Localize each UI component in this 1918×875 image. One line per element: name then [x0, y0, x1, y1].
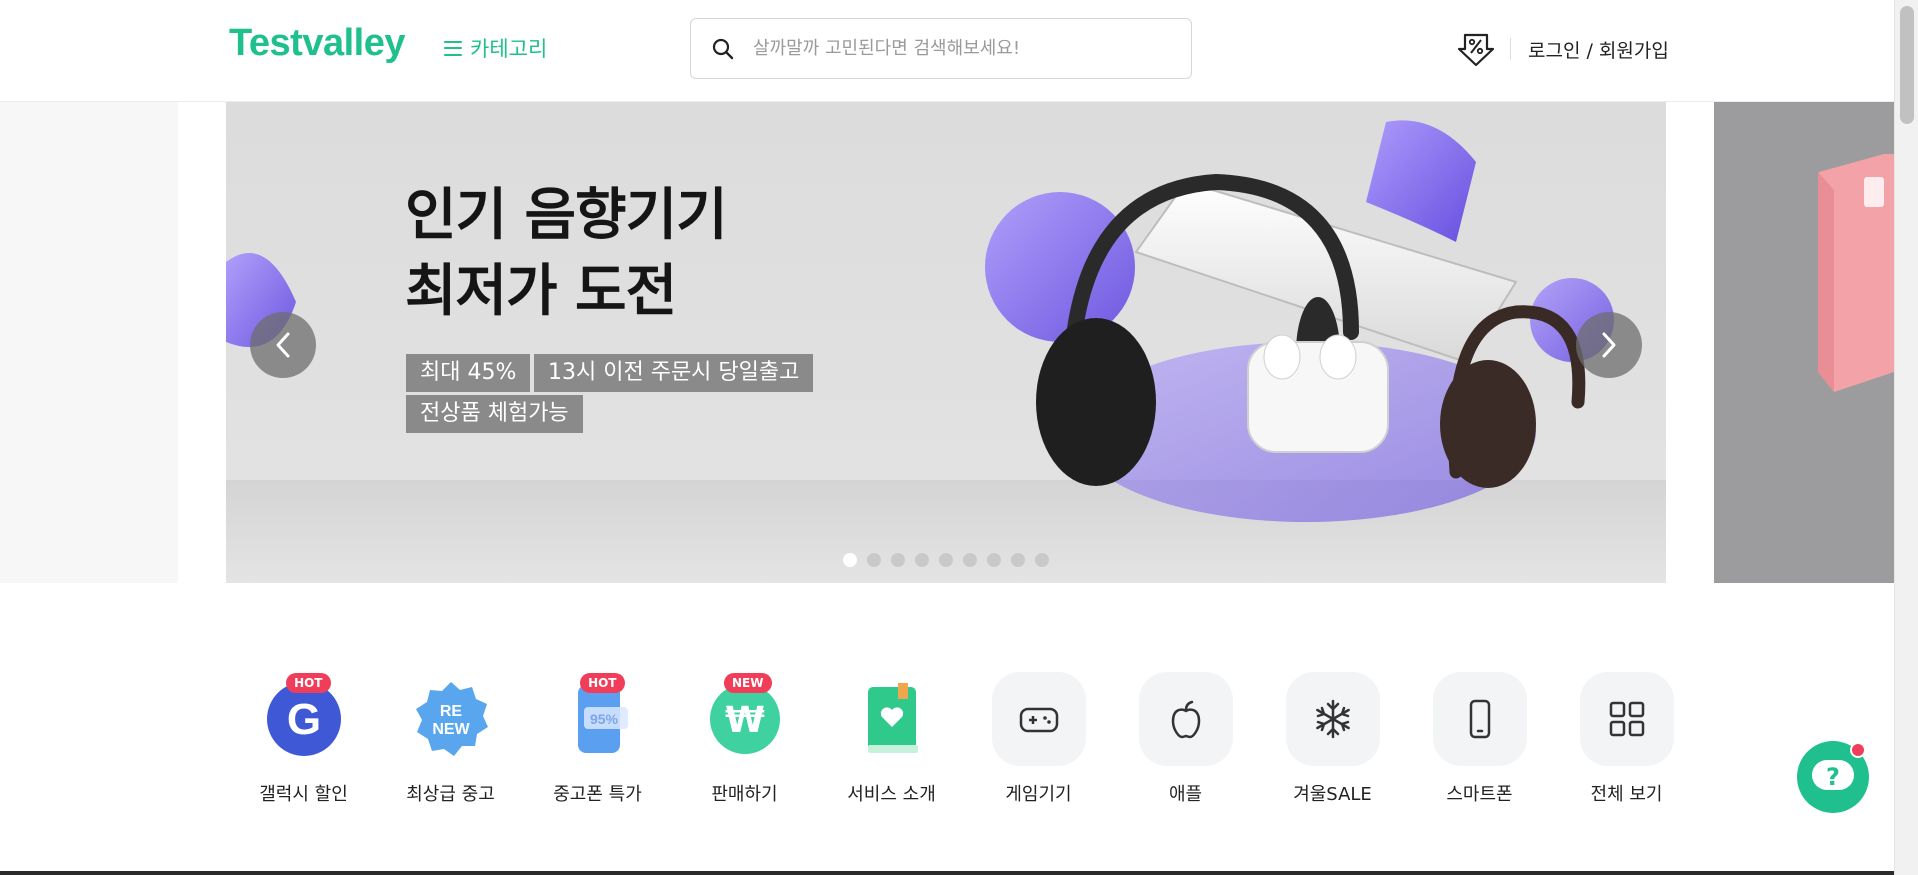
prev-slide-peek: [0, 102, 178, 583]
banner-headline-line2: 최저가 도전: [405, 259, 677, 324]
scrollbar[interactable]: [1894, 0, 1918, 875]
notification-dot: [1850, 742, 1866, 758]
quick-menu-label: 전체 보기: [1590, 784, 1663, 805]
carousel-dot[interactable]: [963, 553, 977, 567]
hamburger-icon: [444, 40, 462, 56]
quick-menu-smartphone[interactable]: 스마트폰: [1406, 672, 1553, 806]
svg-text:G: G: [286, 695, 320, 744]
carousel-dot[interactable]: [843, 553, 857, 567]
hero-banner[interactable]: 인기 음향기기 최저가 도전 최대 45% 13시 이전 주문시 당일출고 전상…: [226, 102, 1666, 583]
banner-tag: 전상품 체험가능: [406, 395, 583, 433]
quick-menu-service-intro[interactable]: 서비스 소개: [818, 672, 965, 806]
category-button[interactable]: 카테고리: [444, 33, 547, 63]
carousel-dot[interactable]: [987, 553, 1001, 567]
carousel-dot[interactable]: [915, 553, 929, 567]
audio-products-image: [226, 120, 1614, 522]
carousel-dots: [843, 553, 1049, 567]
chevron-left-icon: [276, 332, 290, 358]
banner-tag: 최대 45%: [406, 354, 531, 392]
quick-menu-apple[interactable]: 애플: [1112, 672, 1259, 806]
quick-menu-premium-used[interactable]: RE NEW 최상급 중고: [377, 672, 524, 806]
carousel-dot[interactable]: [1011, 553, 1025, 567]
logo[interactable]: Testvalley: [229, 22, 405, 65]
svg-text:₩: ₩: [725, 700, 765, 741]
coupon-icon[interactable]: [1455, 29, 1497, 69]
svg-text:RE: RE: [439, 703, 462, 720]
login-signup-link[interactable]: 로그인 / 회원가입: [1528, 36, 1669, 63]
chevron-right-icon: [1602, 332, 1616, 358]
quick-menu-label: 스마트폰: [1446, 784, 1513, 805]
quick-menu-label: 최상급 중고: [406, 784, 495, 805]
quick-menu-label: 애플: [1168, 784, 1203, 805]
renew-icon: RE NEW: [415, 682, 488, 756]
grid-icon: [1609, 701, 1644, 737]
category-label: 카테고리: [470, 37, 548, 61]
banner-headline-line1: 인기 음향기기: [405, 183, 728, 248]
carousel-prev-button[interactable]: [250, 312, 316, 378]
quick-menu-sell[interactable]: ₩ NEW 판매하기: [671, 672, 818, 806]
apple-icon: [1171, 700, 1200, 739]
book-heart-icon: [867, 683, 918, 753]
next-slide-peek: [1714, 102, 1894, 583]
quick-menu-label: 게임기기: [1005, 784, 1072, 805]
svg-text:NEW: NEW: [432, 721, 470, 738]
search-icon: [712, 38, 734, 59]
quick-menu-galaxy-discount[interactable]: G HOT 갤럭시 할인: [230, 672, 377, 806]
search-box[interactable]: [690, 18, 1192, 79]
help-label: ?: [1826, 763, 1840, 791]
quick-menu-label: 겨울SALE: [1293, 784, 1372, 805]
quick-menu-label: 갤럭시 할인: [259, 784, 348, 805]
gamepad-icon: [1019, 707, 1058, 733]
carousel-next-button[interactable]: [1576, 312, 1642, 378]
question-chat-icon: ?: [1812, 760, 1854, 791]
quick-menu-label: 중고폰 특가: [553, 784, 642, 805]
quick-menu-game-devices[interactable]: 게임기기: [965, 672, 1112, 806]
carousel-dot[interactable]: [867, 553, 881, 567]
snowflake-icon: [1315, 699, 1350, 739]
smartphone-icon: [1469, 699, 1490, 739]
header-divider: [1510, 38, 1511, 60]
bottom-edge: [0, 871, 1894, 875]
game-console-box-image: [1818, 154, 1894, 392]
carousel-dot[interactable]: [939, 553, 953, 567]
scrollbar-thumb[interactable]: [1900, 6, 1914, 124]
hot-badge: HOT: [580, 673, 625, 693]
quick-menu-view-all[interactable]: 전체 보기: [1553, 672, 1700, 806]
search-input[interactable]: [753, 38, 1153, 59]
site-header: Testvalley 카테고리 로그인 / 회원가입: [0, 0, 1894, 102]
quick-menu-winter-sale[interactable]: 겨울SALE: [1259, 672, 1406, 806]
new-badge: NEW: [724, 673, 772, 693]
banner-headline: 인기 음향기기 최저가 도전: [405, 178, 728, 330]
carousel-dot[interactable]: [891, 553, 905, 567]
banner-tag: 13시 이전 주문시 당일출고: [534, 354, 814, 392]
svg-text:95%: 95%: [589, 711, 618, 727]
hot-badge: HOT: [286, 673, 331, 693]
quick-menu-label: 서비스 소개: [847, 784, 936, 805]
quick-menu-label: 판매하기: [711, 784, 778, 805]
carousel-dot[interactable]: [1035, 553, 1049, 567]
quick-menu: G HOT 갤럭시 할인 RE NEW 최상급 중고 95% HOT 중고폰 특…: [230, 672, 1700, 806]
quick-menu-used-phone-deal[interactable]: 95% HOT 중고폰 특가: [524, 672, 671, 806]
